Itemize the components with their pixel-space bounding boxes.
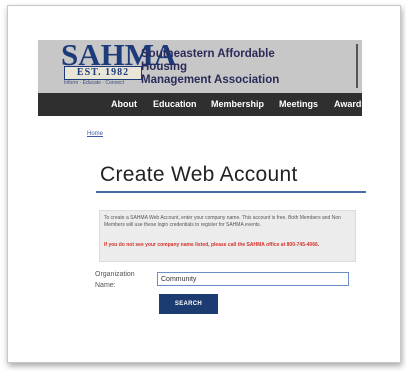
info-text: To create a SAHMA Web Account, enter you… bbox=[104, 215, 341, 228]
organization-name-label: Organization Name: bbox=[95, 271, 135, 289]
breadcrumb-home-link[interactable]: Home bbox=[87, 131, 103, 137]
search-button[interactable]: SEARCH bbox=[159, 294, 218, 314]
page-title: Create Web Account bbox=[100, 163, 298, 186]
header-divider bbox=[356, 44, 358, 88]
nav-item-membership[interactable]: Membership bbox=[211, 93, 264, 116]
logo-established-badge: EST. 1982 bbox=[64, 66, 142, 80]
nav-item-about[interactable]: About bbox=[111, 93, 137, 116]
organization-name: Southeastern Affordable Housing Manageme… bbox=[141, 48, 311, 87]
organization-name-line1: Southeastern Affordable Housing bbox=[141, 48, 275, 73]
warning-text: If you do not see your company name list… bbox=[104, 242, 320, 248]
main-nav: About Education Membership Meetings Awar… bbox=[38, 93, 366, 116]
logo-tagline: Inform · Educate · Connect bbox=[64, 80, 125, 86]
nav-item-education[interactable]: Education bbox=[153, 93, 197, 116]
nav-item-awards[interactable]: Awards bbox=[334, 93, 366, 116]
nav-item-meetings[interactable]: Meetings bbox=[279, 93, 318, 116]
organization-name-input[interactable] bbox=[157, 272, 349, 286]
title-divider bbox=[96, 191, 366, 193]
organization-name-line2: Management Association bbox=[141, 74, 280, 86]
